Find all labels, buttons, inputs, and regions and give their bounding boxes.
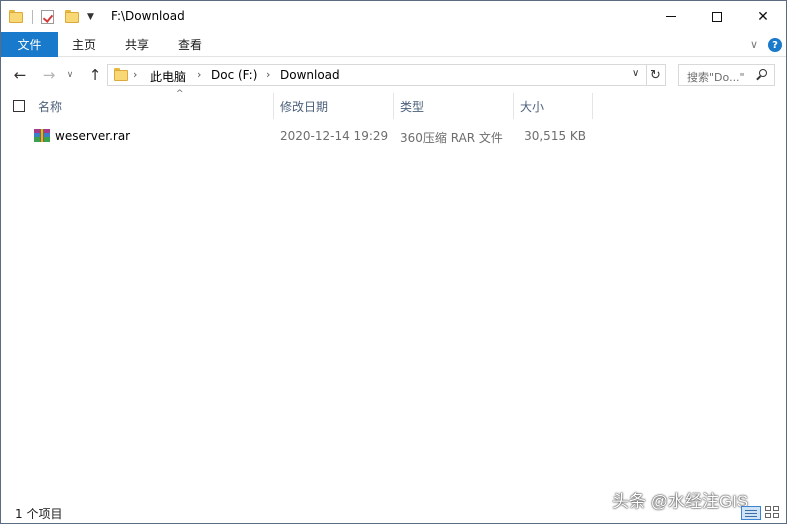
folder-icon [9,10,23,24]
close-button[interactable]: ✕ [740,1,786,32]
file-date: 2020-12-14 19:29 [280,129,389,143]
column-header-date[interactable]: 修改日期 [280,93,393,119]
address-dropdown-chevron-icon[interactable]: ∨ [632,68,639,79]
column-header-name-label: 名称 [38,99,63,114]
file-type: 360压缩 RAR 文件 [400,131,503,145]
breadcrumb-this-pc[interactable]: 此电脑 [150,68,186,85]
column-divider[interactable] [513,93,514,119]
column-divider[interactable] [273,93,274,119]
select-all-checkbox[interactable] [13,100,25,112]
back-button[interactable]: ← [10,65,30,85]
close-icon: ✕ [757,8,769,25]
maximize-icon [712,11,722,22]
window-title: F:\Download [111,9,185,23]
tab-share[interactable]: 共享 [110,32,164,57]
recent-locations-chevron-icon[interactable]: ∨ [63,65,77,85]
item-count: 1 个项目 [15,507,63,521]
address-bar[interactable]: › 此电脑 › Doc (F:) › Download ∨ [107,64,647,86]
file-name: weserver.rar [55,129,131,143]
tab-file[interactable]: 文件 [1,32,58,57]
large-icons-view-icon[interactable] [765,506,781,520]
divider [32,10,33,24]
tab-view[interactable]: 查看 [164,32,216,57]
watermark: 头条 @水经注GIS [612,492,749,511]
rar-archive-icon [34,129,50,143]
column-header-type[interactable]: 类型 [400,93,513,119]
quick-access-toolbar: ▼ [9,7,94,27]
breadcrumb-drive[interactable]: Doc (F:) [211,68,257,82]
title-bar: ▼ F:\Download ✕ [1,1,786,32]
details-view-icon[interactable] [741,506,761,520]
file-size: 30,515 KB [524,129,586,143]
navigation-bar: ← → ∨ ↑ › 此电脑 › Doc (F:) › Download ∨ ↻ … [1,57,786,93]
maximize-button[interactable] [694,1,740,32]
sort-ascending-icon: ^ [176,89,184,99]
folder-icon [114,68,128,82]
breadcrumb-separator-icon[interactable]: › [133,68,137,81]
help-icon[interactable]: ? [768,38,782,52]
breadcrumb-separator-icon[interactable]: › [197,68,201,81]
column-divider[interactable] [592,93,593,119]
minimize-icon [666,16,676,17]
refresh-button[interactable]: ↻ [646,64,666,86]
search-icon [756,69,769,82]
explorer-window: ▼ F:\Download ✕ 文件 主页 共享 查看 ∨ ? ← → ∨ ↑ … [0,0,787,524]
expand-ribbon-chevron-icon[interactable]: ∨ [747,37,761,51]
file-row[interactable]: weserver.rar 2020-12-14 19:29 360压缩 RAR … [31,125,591,147]
breadcrumb-download[interactable]: Download [280,68,340,82]
column-divider[interactable] [393,93,394,119]
search-placeholder: 搜索"Do..." [687,71,745,84]
column-header-name[interactable]: 名称 ^ [38,89,273,119]
tab-home[interactable]: 主页 [58,32,110,57]
minimize-button[interactable] [648,1,694,32]
column-header-size[interactable]: 大小 [520,93,592,119]
up-button[interactable]: ↑ [85,65,105,85]
breadcrumb-separator-icon[interactable]: › [266,68,270,81]
ribbon-tabs: 文件 主页 共享 查看 ∨ ? [1,32,786,57]
search-box[interactable]: 搜索"Do..." [678,64,775,86]
column-header-row: 名称 ^ 修改日期 类型 大小 [1,89,786,119]
customize-toolbar-dropdown-icon[interactable]: ▼ [87,12,94,22]
forward-button[interactable]: → [39,65,59,85]
properties-icon[interactable] [41,10,54,24]
status-bar: 1 个项目 头条 @水经注GIS [1,492,786,523]
new-folder-icon[interactable] [65,10,79,24]
